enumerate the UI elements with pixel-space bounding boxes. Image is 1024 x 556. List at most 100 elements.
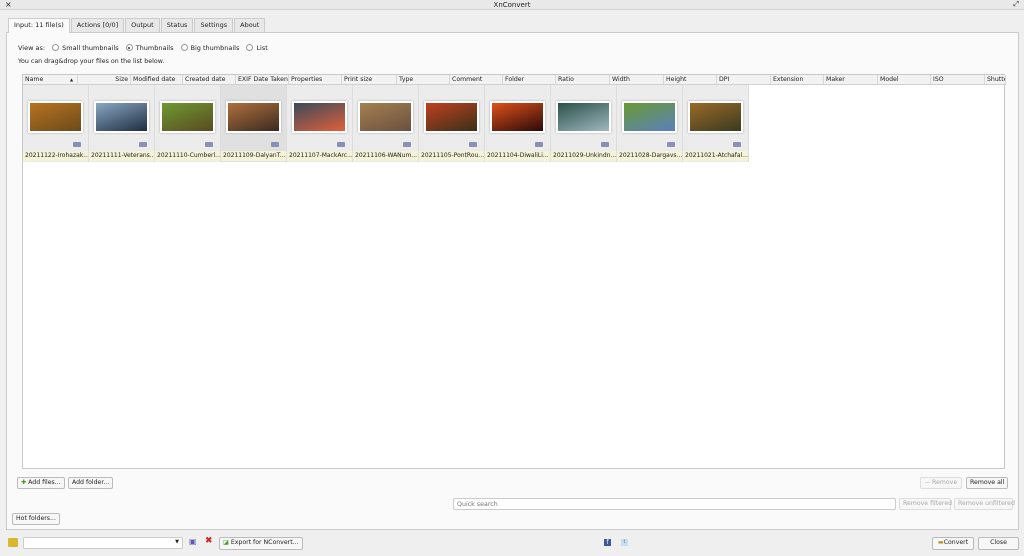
file-name: 20211106-WANum... — [353, 151, 418, 161]
column-label: Width — [612, 76, 630, 83]
radio-small-thumbnails[interactable] — [52, 44, 60, 51]
facebook-icon[interactable]: f — [604, 539, 611, 546]
radio-label: Big thumbnails — [190, 44, 240, 52]
file-name: 20211021-Atchafal... — [683, 151, 748, 161]
file-name: 20211104-DiwaliLi... — [485, 151, 550, 161]
column-header-shutte[interactable]: Shutte — [985, 75, 1006, 84]
tab-bar: Input: 11 file(s) Actions [0/0] Output S… — [8, 18, 266, 33]
column-header-created-date[interactable]: Created date — [183, 75, 236, 84]
image-format-icon — [601, 142, 609, 147]
file-thumbnail-item[interactable]: 20211028-Dargavs... — [617, 85, 683, 162]
column-header-extension[interactable]: Extension — [771, 75, 824, 84]
thumbnail-image — [94, 101, 149, 133]
column-header-height[interactable]: Height — [664, 75, 717, 84]
file-thumbnail-item[interactable]: 20211109-DalyanT... — [221, 85, 287, 162]
file-thumbnail-item[interactable]: 20211111-Veterans... — [89, 85, 155, 162]
column-header-properties[interactable]: Properties — [289, 75, 342, 84]
remove-unfiltered-button[interactable]: Remove unfiltered — [954, 498, 1015, 510]
thumbnail-image — [424, 101, 479, 133]
column-label: Print size — [344, 76, 373, 83]
file-name: 20211105-PontRou... — [419, 151, 484, 161]
column-header-exif-date-taken[interactable]: EXIF Date Taken — [236, 75, 289, 84]
preset-select[interactable]: ▼ — [23, 537, 183, 549]
file-thumbnail-item[interactable]: 20211122-Irohazak... — [23, 85, 89, 162]
file-thumbnail-item[interactable]: 20211105-PontRou... — [419, 85, 485, 162]
column-header-comment[interactable]: Comment — [450, 75, 503, 84]
column-label: Size — [115, 76, 128, 83]
column-header-print-size[interactable]: Print size — [342, 75, 397, 84]
delete-icon[interactable]: ✖ — [205, 536, 213, 546]
view-as-label: View as: — [18, 44, 46, 52]
image-format-icon — [337, 142, 345, 147]
file-list[interactable]: Name ▲ Size Modified date Created date EXIF D… — [22, 74, 1006, 469]
file-thumbnail-item[interactable]: 20211104-DiwaliLi... — [485, 85, 551, 162]
add-files-button[interactable]: ✚ Add files... — [17, 477, 65, 489]
column-header-type[interactable]: Type — [397, 75, 450, 84]
convert-button[interactable]: ▬Convert — [932, 537, 974, 550]
tab-input[interactable]: Input: 11 file(s) — [8, 18, 70, 33]
column-header-iso[interactable]: ISO — [931, 75, 985, 84]
remove-all-button[interactable]: Remove all — [966, 477, 1008, 489]
column-header-maker[interactable]: Maker — [824, 75, 878, 84]
tab-output[interactable]: Output — [125, 18, 160, 32]
save-icon[interactable]: ▣ — [189, 537, 197, 546]
radio-label: Thumbnails — [135, 44, 174, 52]
tab-status[interactable]: Status — [160, 18, 194, 32]
thumbnail-image — [688, 101, 743, 133]
image-format-icon — [469, 142, 477, 147]
export-icon: ◪ — [223, 539, 229, 546]
radio-list[interactable] — [246, 44, 254, 51]
column-label: DPI — [719, 76, 730, 83]
column-label: Type — [399, 76, 414, 83]
column-label: ISO — [933, 76, 944, 83]
column-header-size[interactable]: Size — [78, 75, 131, 84]
column-label: Name — [25, 76, 44, 83]
column-header: Name ▲ Size Modified date Created date EXIF D… — [23, 75, 1006, 85]
file-thumbnail-item[interactable]: 20211110-Cumberl... — [155, 85, 221, 162]
column-header-name[interactable]: Name ▲ — [23, 75, 78, 84]
thumbnail-image — [160, 101, 215, 133]
chevron-down-icon: ▼ — [175, 539, 179, 545]
view-as-row: View as: Small thumbnails Thumbnails Big… — [18, 44, 268, 52]
column-label: Ratio — [558, 76, 574, 83]
restore-icon[interactable]: ⤢ — [1013, 0, 1019, 9]
export-nconvert-button[interactable]: ◪ Export for NConvert... — [219, 537, 303, 550]
twitter-icon[interactable]: t — [621, 539, 628, 546]
button-label: Remove — [932, 479, 958, 486]
remove-button[interactable]: − Remove — [920, 477, 962, 489]
radio-thumbnails[interactable] — [125, 44, 133, 51]
plus-icon: ✚ — [21, 479, 27, 486]
column-header-width[interactable]: Width — [610, 75, 664, 84]
column-label: Model — [880, 76, 899, 83]
file-name: 20211029-Unkindn... — [551, 151, 616, 161]
tab-about[interactable]: About — [234, 18, 266, 32]
file-thumbnail-item[interactable]: 20211107-MackArc... — [287, 85, 353, 162]
column-header-folder[interactable]: Folder — [503, 75, 556, 84]
file-thumbnail-item[interactable]: 20211029-Unkindn... — [551, 85, 617, 162]
hot-folders-button[interactable]: Hot folders... — [12, 513, 60, 525]
column-label: Comment — [452, 76, 483, 83]
button-label: Add files... — [28, 479, 61, 486]
column-header-modified-date[interactable]: Modified date — [131, 75, 183, 84]
file-thumbnail-item[interactable]: 20211106-WANum... — [353, 85, 419, 162]
column-header-model[interactable]: Model — [878, 75, 931, 84]
radio-big-thumbnails[interactable] — [180, 44, 188, 51]
remove-filtered-button[interactable]: Remove filtered — [899, 498, 952, 510]
folder-icon[interactable] — [8, 538, 18, 547]
tab-actions[interactable]: Actions [0/0] — [70, 18, 125, 32]
image-format-icon — [139, 142, 147, 147]
column-header-ratio[interactable]: Ratio — [556, 75, 610, 84]
close-button[interactable]: Close — [978, 537, 1019, 550]
file-name: 20211028-Dargavs... — [617, 151, 682, 161]
column-header-dpi[interactable]: DPI — [717, 75, 771, 84]
file-thumbnail-item[interactable]: 20211021-Atchafal... — [683, 85, 749, 162]
column-label: Shutte — [987, 76, 1006, 83]
quick-search-input[interactable] — [453, 498, 896, 510]
file-name: 20211110-Cumberl... — [155, 151, 220, 161]
add-folder-button[interactable]: Add folder... — [68, 477, 114, 489]
file-name: 20211107-MackArc... — [287, 151, 352, 161]
column-label: EXIF Date Taken — [238, 76, 288, 83]
image-format-icon — [271, 142, 279, 147]
tab-settings[interactable]: Settings — [194, 18, 234, 32]
column-label: Created date — [185, 76, 226, 83]
